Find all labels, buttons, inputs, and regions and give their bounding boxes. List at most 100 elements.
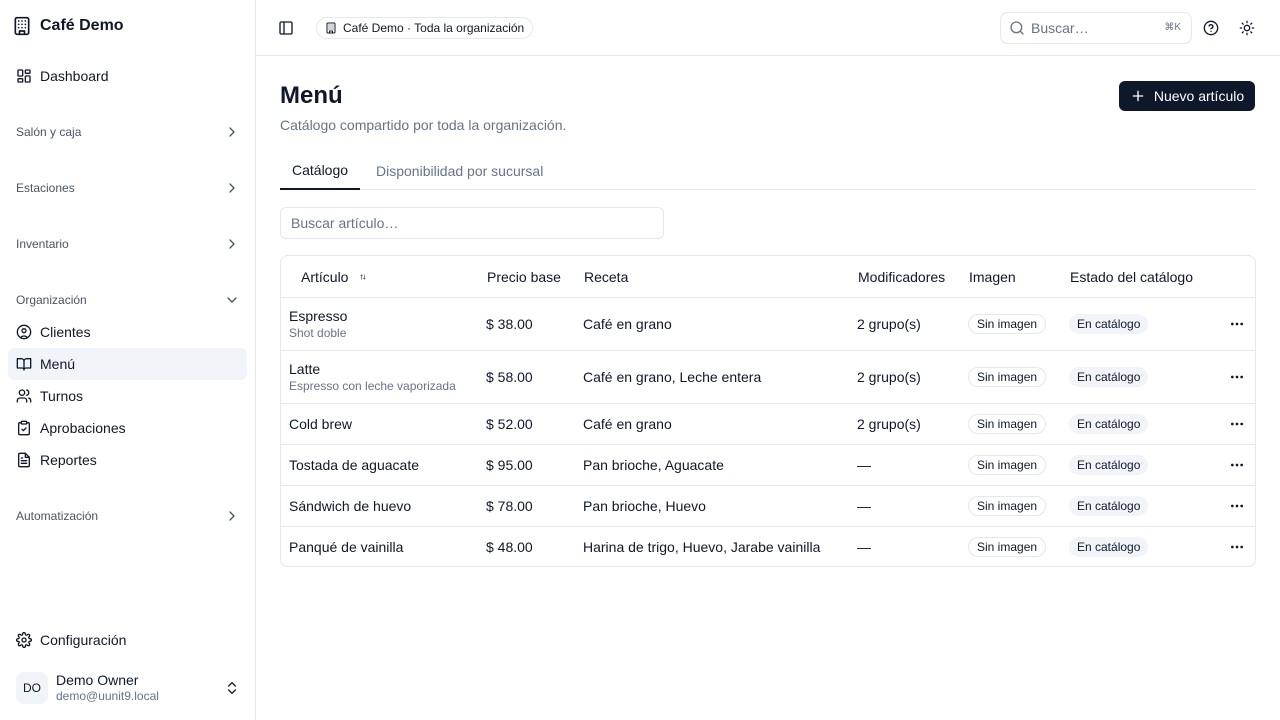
sidebar-item-clientes[interactable]: Clientes bbox=[8, 316, 247, 348]
brand-name: Café Demo bbox=[40, 17, 124, 34]
item-name: Latte bbox=[289, 361, 321, 377]
table-row[interactable]: Panqué de vainilla $ 48.00 Harina de tri… bbox=[281, 526, 1255, 566]
more-horizontal-icon[interactable] bbox=[1229, 457, 1245, 473]
item-price: $ 48.00 bbox=[486, 539, 533, 555]
status-badge: En catálogo bbox=[1069, 455, 1149, 475]
item-recipe: Café en grano bbox=[583, 316, 672, 332]
image-badge: Sin imagen bbox=[968, 496, 1047, 516]
more-horizontal-icon[interactable] bbox=[1229, 539, 1245, 555]
search-input[interactable] bbox=[1031, 20, 1151, 36]
chevron-right-icon bbox=[224, 508, 240, 524]
sidebar-item-menu[interactable]: Menú bbox=[8, 348, 247, 380]
group-label: Salón y caja bbox=[16, 125, 82, 139]
avatar: DO bbox=[16, 672, 48, 704]
user-name: Demo Owner bbox=[56, 672, 139, 688]
group-salon-y-caja[interactable]: Salón y caja bbox=[16, 120, 240, 144]
tab-catalogo[interactable]: Catálogo bbox=[280, 152, 360, 190]
tabs: Catálogo Disponibilidad por sucursal bbox=[280, 152, 1256, 190]
group-label: Organización bbox=[16, 293, 87, 307]
item-name: Tostada de aguacate bbox=[289, 457, 419, 473]
clipboard-check-icon bbox=[16, 420, 32, 436]
item-recipe: Café en grano, Leche entera bbox=[583, 369, 762, 385]
item-price: $ 52.00 bbox=[486, 416, 533, 432]
item-name: Espresso bbox=[289, 308, 348, 324]
group-label: Estaciones bbox=[16, 181, 75, 195]
chevron-right-icon bbox=[224, 124, 240, 140]
search-shortcut: ⌘K bbox=[1164, 22, 1181, 33]
group-estaciones[interactable]: Estaciones bbox=[16, 176, 240, 200]
sidebar-item-dashboard[interactable]: Dashboard bbox=[8, 60, 247, 92]
table-row[interactable]: Sándwich de huevo $ 78.00 Pan brioche, H… bbox=[281, 485, 1255, 526]
page-title: Menú bbox=[280, 82, 343, 109]
item-modifiers: — bbox=[857, 457, 871, 473]
book-open-icon bbox=[16, 356, 32, 372]
sidebar-item-configuracion[interactable]: Configuración bbox=[8, 624, 247, 656]
chevron-down-icon bbox=[224, 292, 240, 308]
sidebar-item-reportes[interactable]: Reportes bbox=[8, 444, 247, 476]
more-horizontal-icon[interactable] bbox=[1229, 369, 1245, 385]
status-badge: En catálogo bbox=[1069, 537, 1149, 557]
sidebar-item-aprobaciones[interactable]: Aprobaciones bbox=[8, 412, 247, 444]
item-name: Cold brew bbox=[289, 416, 353, 432]
sidebar-item-label: Clientes bbox=[40, 324, 91, 340]
group-inventario[interactable]: Inventario bbox=[16, 232, 240, 256]
item-modifiers: 2 grupo(s) bbox=[857, 369, 921, 385]
user-menu[interactable]: DO Demo Owner demo@uunit9.local bbox=[16, 670, 240, 706]
image-badge: Sin imagen bbox=[968, 314, 1047, 334]
sidebar-item-turnos[interactable]: Turnos bbox=[8, 380, 247, 412]
item-modifiers: 2 grupo(s) bbox=[857, 316, 921, 332]
column-header-estado: Estado del catálogo bbox=[1070, 268, 1193, 285]
group-organizacion[interactable]: Organización bbox=[16, 288, 240, 312]
status-badge: En catálogo bbox=[1069, 496, 1149, 516]
table-row[interactable]: Tostada de aguacate $ 95.00 Pan brioche,… bbox=[281, 444, 1255, 485]
menu-table: Artículo Precio base Receta Modificadore… bbox=[280, 255, 1256, 567]
sort-icon bbox=[354, 271, 366, 283]
item-search-input[interactable] bbox=[280, 207, 664, 239]
column-header-label: Artículo bbox=[301, 268, 349, 285]
image-badge: Sin imagen bbox=[968, 537, 1047, 557]
sidebar-item-label: Turnos bbox=[40, 388, 84, 404]
group-automatizacion[interactable]: Automatización bbox=[16, 504, 240, 528]
item-description: Espresso con leche vaporizada bbox=[289, 379, 456, 393]
sidebar-item-label: Menú bbox=[40, 356, 76, 372]
gear-icon bbox=[16, 632, 32, 648]
status-badge: En catálogo bbox=[1069, 367, 1149, 387]
item-price: $ 38.00 bbox=[486, 316, 533, 332]
org-scope-label: Café Demo · Toda la organización bbox=[343, 21, 525, 35]
table-row[interactable]: Espresso Shot doble $ 38.00 Café en grano… bbox=[281, 297, 1255, 350]
search-icon bbox=[1009, 20, 1025, 36]
new-item-button[interactable]: Nuevo artículo bbox=[1119, 81, 1255, 111]
table-row[interactable]: Latte Espresso con leche vaporizada $ 58.… bbox=[281, 350, 1255, 403]
page-subtitle: Catálogo compartido por toda la organiza… bbox=[280, 117, 567, 133]
item-modifiers: — bbox=[857, 498, 871, 514]
column-header-imagen: Imagen bbox=[969, 268, 1016, 285]
brand[interactable]: Café Demo bbox=[12, 14, 124, 38]
tab-disponibilidad[interactable]: Disponibilidad por sucursal bbox=[364, 152, 555, 190]
item-name: Panqué de vainilla bbox=[289, 539, 404, 555]
status-badge: En catálogo bbox=[1069, 314, 1149, 334]
item-price: $ 58.00 bbox=[486, 369, 533, 385]
table-row[interactable]: Cold brew $ 52.00 Café en grano 2 grupo(… bbox=[281, 403, 1255, 444]
column-header-articulo[interactable]: Artículo bbox=[301, 256, 366, 297]
sun-icon[interactable] bbox=[1239, 20, 1255, 36]
sidebar-toggle-icon[interactable] bbox=[278, 20, 294, 36]
more-horizontal-icon[interactable] bbox=[1229, 316, 1245, 332]
global-search[interactable]: ⌘K bbox=[1000, 12, 1192, 44]
item-description: Shot doble bbox=[289, 326, 347, 340]
item-recipe: Pan brioche, Aguacate bbox=[583, 457, 724, 473]
building-icon bbox=[325, 22, 337, 34]
more-horizontal-icon[interactable] bbox=[1229, 416, 1245, 432]
help-icon[interactable] bbox=[1203, 20, 1219, 36]
item-modifiers: — bbox=[857, 539, 871, 555]
item-recipe: Café en grano bbox=[583, 416, 672, 432]
plus-icon bbox=[1130, 88, 1146, 104]
more-horizontal-icon[interactable] bbox=[1229, 498, 1245, 514]
file-text-icon bbox=[16, 452, 32, 468]
sidebar-item-label: Aprobaciones bbox=[40, 420, 126, 436]
column-header-precio: Precio base bbox=[487, 268, 561, 285]
item-recipe: Pan brioche, Huevo bbox=[583, 498, 706, 514]
item-price: $ 95.00 bbox=[486, 457, 533, 473]
sidebar-item-label: Reportes bbox=[40, 452, 97, 468]
dashboard-icon bbox=[16, 68, 32, 84]
org-scope-selector[interactable]: Café Demo · Toda la organización bbox=[316, 17, 534, 39]
